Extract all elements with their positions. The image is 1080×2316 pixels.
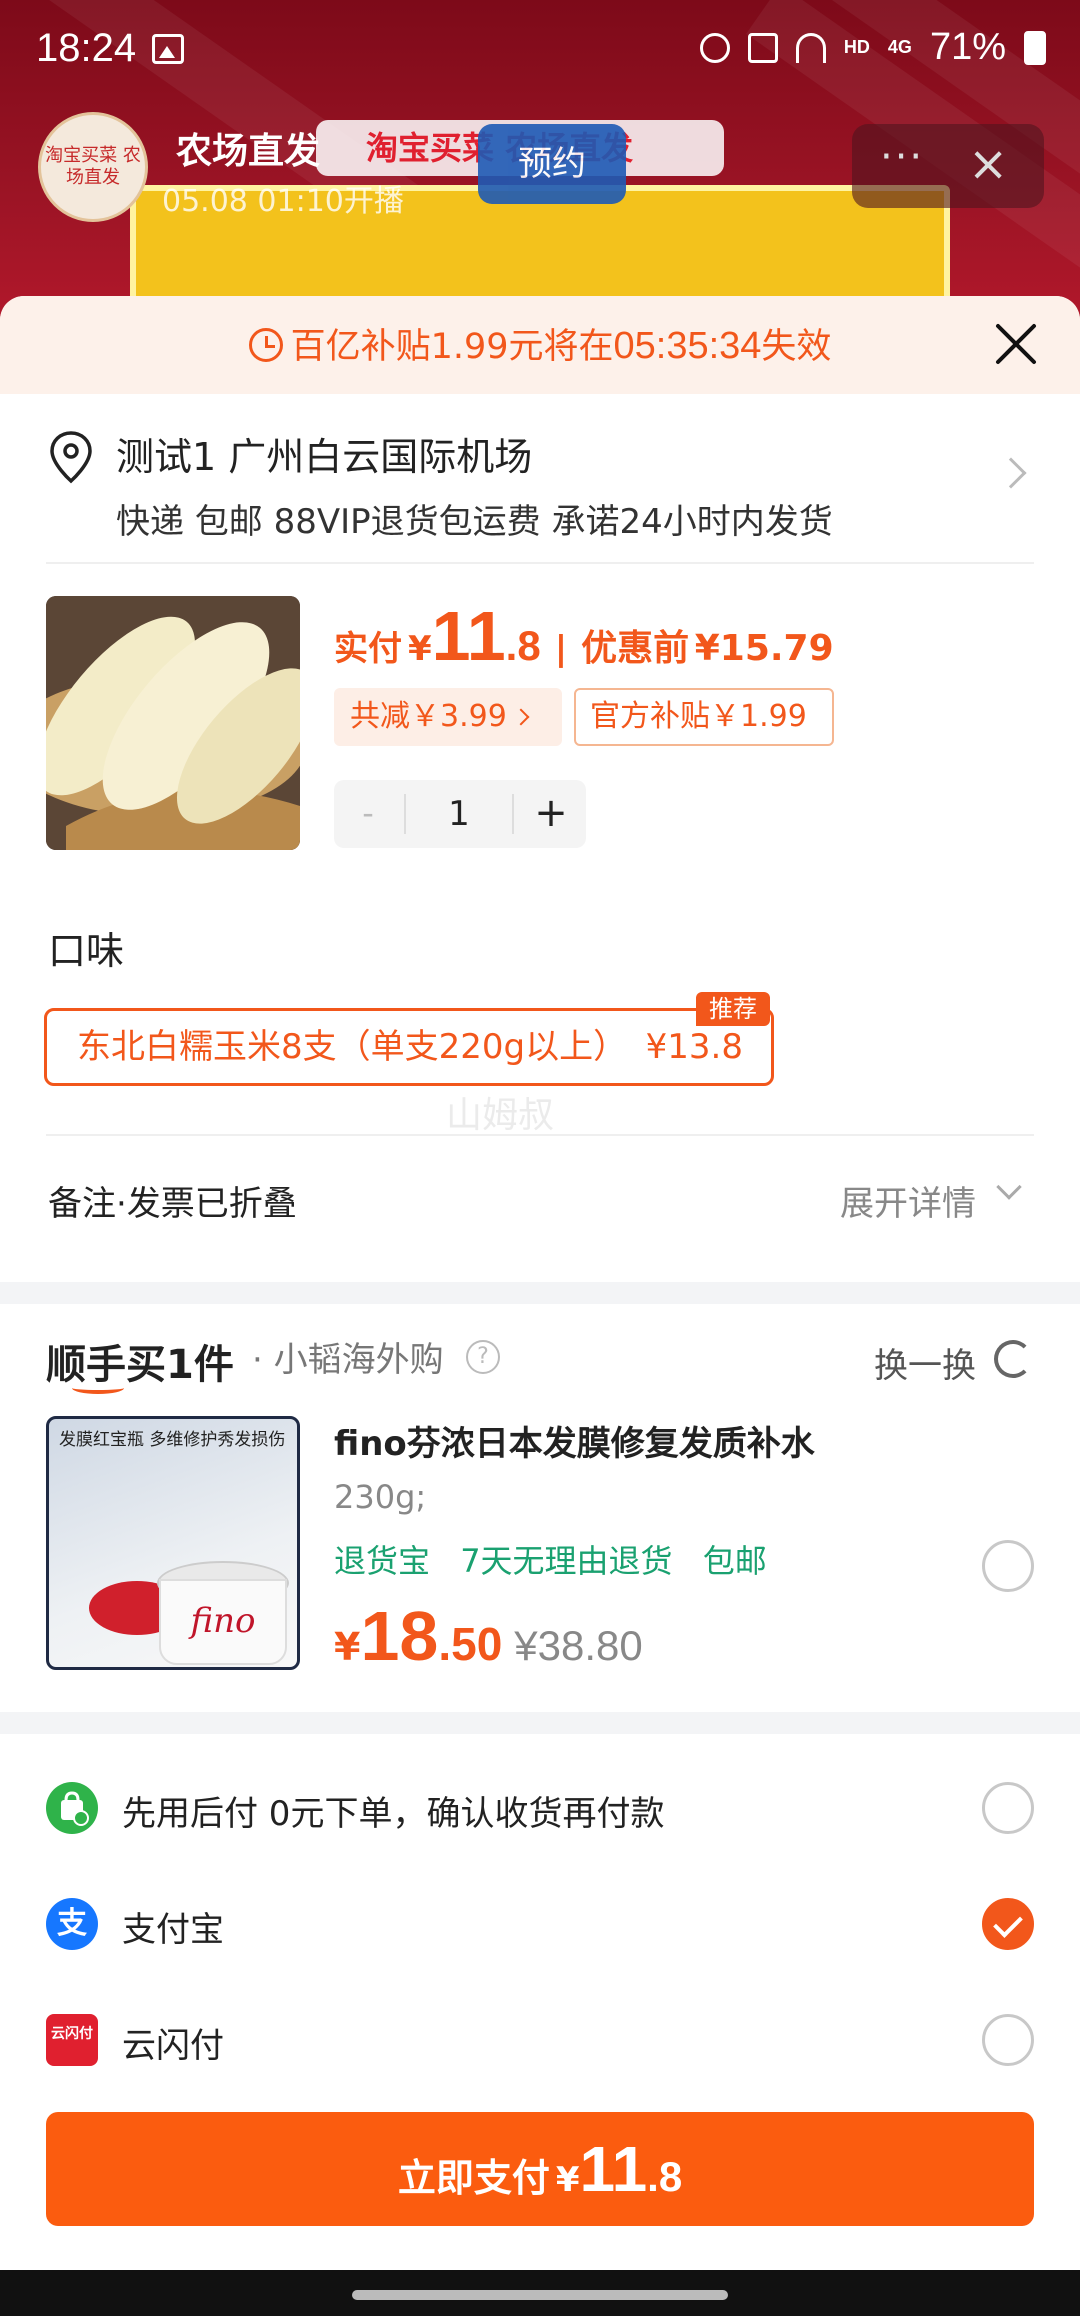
status-bar: 18:24 HD 4G 71% xyxy=(0,0,1080,96)
shopping-bag-icon xyxy=(46,1782,98,1834)
live-start-time: 05.08 01:10开播 xyxy=(162,184,404,219)
status-time: 18:24 xyxy=(36,26,137,70)
addon-product-name[interactable]: fino芬浓日本发膜修复发质补水 xyxy=(334,1416,815,1465)
discount-detail-button[interactable]: 共减￥3.99 xyxy=(334,688,562,746)
quantity-stepper: - 1 + xyxy=(334,780,586,848)
increase-button[interactable]: + xyxy=(516,780,586,848)
addon-tag: 7天无理由退货 xyxy=(460,1542,673,1580)
pay-later-label[interactable]: 先用后付 0元下单，确认收货再付款 xyxy=(122,1786,664,1835)
divider xyxy=(46,1134,1034,1136)
price-separator: | xyxy=(554,629,568,669)
chevron-down-icon[interactable] xyxy=(996,1174,1022,1200)
refresh-icon[interactable] xyxy=(994,1340,1032,1378)
addon-tags: 退货宝 7天无理由退货 包邮 xyxy=(334,1536,787,1582)
more-icon[interactable]: ··· xyxy=(880,134,924,180)
chevron-right-icon[interactable] xyxy=(995,457,1027,489)
original-label: 优惠前 xyxy=(581,628,690,669)
addon-select-radio[interactable] xyxy=(982,1540,1034,1592)
price-integer: 11 xyxy=(431,597,506,675)
pay-amount-decimal: .8 xyxy=(647,2153,683,2200)
addon-original-price: ¥38.80 xyxy=(514,1622,643,1669)
addon-product-image[interactable]: 发膜红宝瓶 多维修护秀发损伤 fino xyxy=(46,1416,300,1670)
swap-button[interactable]: 换一换 xyxy=(874,1338,976,1387)
currency-symbol: ¥ xyxy=(408,629,432,669)
addon-title: 顺手买1件 xyxy=(46,1332,234,1394)
currency-symbol: ¥ xyxy=(334,1625,361,1669)
flavor-option[interactable]: 东北白糯玉米8支（单支220g以上） ¥13.8 xyxy=(44,1008,774,1086)
help-icon[interactable]: ? xyxy=(466,1340,500,1374)
addon-price: ¥18.50 ¥38.80 xyxy=(334,1596,643,1676)
pay-later-radio[interactable] xyxy=(982,1782,1034,1834)
addon-price-integer: 18 xyxy=(360,1597,439,1675)
countdown-timer: 05:35:34 xyxy=(613,325,762,367)
live-controls: ··· × xyxy=(852,124,1044,208)
wifi-icon xyxy=(795,32,826,63)
addon-image-caption: 发膜红宝瓶 多维修护秀发损伤 xyxy=(59,1430,286,1450)
unionpay-label[interactable]: 云闪付 xyxy=(122,2018,224,2067)
live-avatar[interactable]: 淘宝买菜 农场直发 xyxy=(38,112,148,222)
subsidy-countdown-bar: 百亿补贴1.99元将在05:35:34失效 xyxy=(0,296,1080,394)
addon-shop-name[interactable]: · 小韬海外购 xyxy=(252,1332,444,1381)
countdown-prefix: 百亿补贴1.99元将在 xyxy=(290,327,614,367)
network-indicator: 4G xyxy=(887,37,912,57)
alipay-label[interactable]: 支付宝 xyxy=(122,1902,224,1951)
addon-tag: 包邮 xyxy=(702,1542,767,1580)
pay-amount-integer: 11 xyxy=(579,2133,648,2205)
reserve-button[interactable]: 预约 xyxy=(478,124,626,204)
expand-details-link[interactable]: 展开详情 xyxy=(840,1176,976,1225)
status-icons: HD 4G 71% xyxy=(699,26,1046,69)
hd-indicator: HD xyxy=(843,37,870,57)
alarm-icon xyxy=(699,32,730,63)
mute-icon xyxy=(747,32,778,63)
quantity-value[interactable]: 1 xyxy=(404,794,514,834)
paid-label: 实付 xyxy=(334,629,402,669)
alipay-icon: 支 xyxy=(46,1898,98,1950)
countdown-suffix: 失效 xyxy=(761,327,832,367)
price-decimal: .8 xyxy=(505,622,541,669)
battery-icon xyxy=(1024,30,1046,65)
section-gap xyxy=(0,1282,1080,1304)
original-price: ¥15.79 xyxy=(694,628,834,669)
decrease-button[interactable]: - xyxy=(334,780,402,848)
flavor-title: 口味 xyxy=(48,929,125,973)
close-icon[interactable] xyxy=(990,318,1042,370)
recommend-badge: 推荐 xyxy=(696,992,770,1026)
official-subsidy-badge: 官方补贴￥1.99 xyxy=(574,688,834,746)
chevron-right-icon xyxy=(512,708,530,726)
divider xyxy=(46,562,1034,564)
product-image[interactable] xyxy=(46,596,300,850)
unionpay-radio[interactable] xyxy=(982,2014,1034,2066)
home-gesture-handle[interactable] xyxy=(352,2290,728,2300)
countdown-text: 百亿补贴1.99元将在05:35:34失效 xyxy=(0,318,1080,369)
currency-symbol: ¥ xyxy=(555,2160,580,2200)
gallery-icon xyxy=(152,34,184,64)
address-title[interactable]: 测试1 广州白云国际机场 xyxy=(116,426,532,481)
checkout-sheet: 百亿补贴1.99元将在05:35:34失效 测试1 广州白云国际机场 快递 包邮… xyxy=(0,296,1080,2316)
unionpay-icon: 云闪付 xyxy=(46,2014,98,2066)
note-invoice-label: 备注·发票已折叠 xyxy=(48,1184,297,1224)
addon-price-decimal: .50 xyxy=(438,1618,503,1670)
alipay-radio[interactable] xyxy=(982,1898,1034,1950)
addon-spec: 230g; xyxy=(334,1478,427,1516)
clock-icon xyxy=(248,328,283,362)
product-price: 实付 ¥11.8 | 优惠前 ¥15.79 xyxy=(334,596,834,676)
close-live-icon[interactable]: × xyxy=(968,136,1008,192)
section-gap xyxy=(0,1712,1080,1734)
jar-brand: fino xyxy=(159,1579,287,1665)
pay-now-label: 立即支付 xyxy=(397,2156,550,2200)
pay-now-button[interactable]: 立即支付 ¥11.8 xyxy=(46,2112,1034,2226)
battery-percent: 71% xyxy=(929,26,1006,68)
location-pin-icon xyxy=(50,431,92,484)
delivery-info: 快递 包邮 88VIP退货包运费 承诺24小时内发货 xyxy=(116,502,833,542)
discount-total: 共减￥3.99 xyxy=(350,699,507,734)
addon-tag: 退货宝 xyxy=(334,1542,431,1580)
watermark: 山姆叔 xyxy=(446,1095,555,1136)
live-title: 农场直发 xyxy=(176,131,321,172)
flavor-option-label: 东北白糯玉米8支（单支220g以上） xyxy=(77,1027,628,1067)
